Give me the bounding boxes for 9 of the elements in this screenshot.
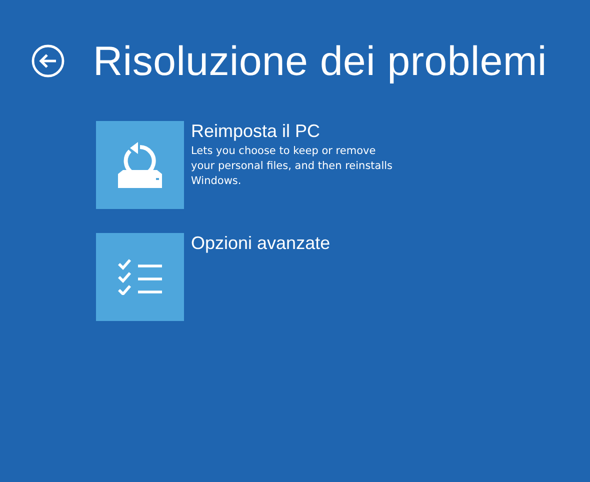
drive-refresh-icon bbox=[118, 142, 162, 188]
page-title: Risoluzione dei problemi bbox=[93, 37, 547, 86]
option-title[interactable]: Reimposta il PC bbox=[191, 121, 396, 141]
option-tile[interactable] bbox=[96, 121, 184, 209]
option-description: Lets you choose to keep or remove your personal files, and then reinstalls Windows. bbox=[191, 144, 394, 189]
back-icon[interactable] bbox=[31, 44, 65, 78]
checklist-icon bbox=[118, 259, 162, 295]
option-tile[interactable] bbox=[96, 233, 184, 321]
option-title[interactable]: Opzioni avanzate bbox=[191, 233, 330, 253]
